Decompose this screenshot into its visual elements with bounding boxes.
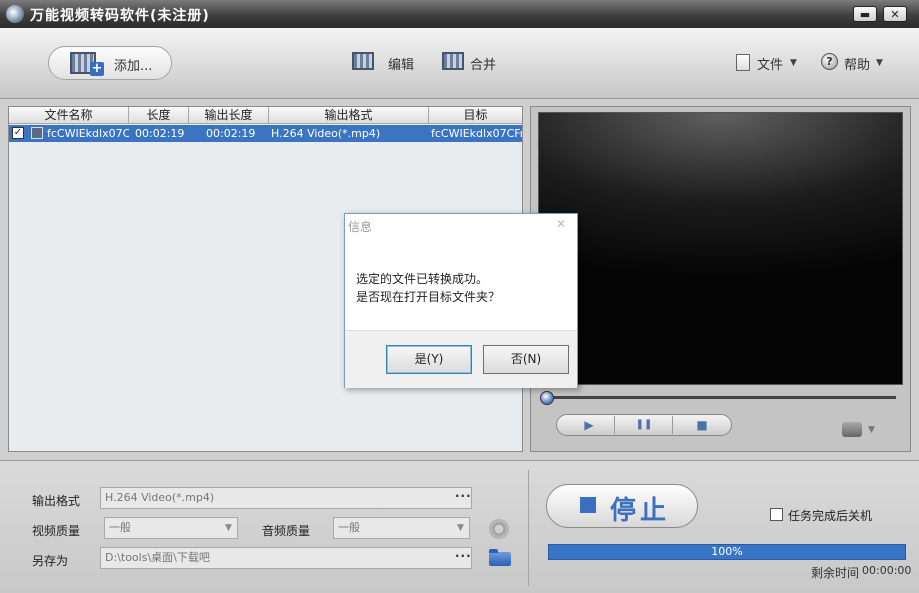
video-quality-select[interactable]: 一般 (104, 517, 238, 539)
close-button[interactable]: ✕ (883, 6, 907, 22)
dialog-close-button[interactable]: ✕ (556, 217, 566, 231)
camera-icon (842, 422, 862, 437)
stop-convert-label: 停止 (610, 496, 671, 526)
cell-length: 00:02:19 (135, 127, 185, 140)
no-button[interactable]: 否(N) (483, 345, 569, 374)
stop-icon (580, 497, 596, 513)
pause-icon: ❚❚ (635, 419, 653, 430)
dialog-message-line2: 是否现在打开目标文件夹？ (356, 290, 501, 304)
dialog-message-line1: 选定的文件已转换成功。 (356, 272, 489, 286)
minimize-button[interactable]: ▬ (853, 6, 877, 22)
output-format-field[interactable]: H.264 Video(*.mp4) (100, 487, 472, 509)
play-button[interactable]: ▶ (560, 414, 618, 436)
merge-icon (442, 52, 464, 70)
close-icon: ✕ (556, 217, 567, 231)
plus-icon: + (90, 61, 104, 76)
video-quality-label: 视频质量 (32, 524, 81, 538)
save-as-field[interactable]: D:\tools\桌面\下载吧 (100, 547, 472, 569)
save-as-label: 另存为 (32, 554, 69, 568)
column-header-output-format[interactable]: 输出格式 (269, 107, 429, 124)
video-quality-value: 一般 (109, 521, 131, 534)
audio-quality-label: 音频质量 (262, 524, 311, 538)
output-format-label: 输出格式 (32, 494, 81, 508)
help-dropdown-icon: ▼ (876, 58, 883, 68)
gear-icon[interactable] (489, 519, 509, 539)
merge-label: 合并 (470, 58, 497, 73)
row-checkbox[interactable]: ✓ (12, 127, 24, 139)
divider (528, 470, 529, 586)
help-menu-label: 帮助 (844, 58, 871, 73)
add-file-label: 添加... (114, 59, 153, 74)
chevron-down-icon: ▼ (457, 523, 464, 533)
edit-label: 编辑 (388, 58, 415, 73)
stop-playback-button[interactable]: ■ (673, 414, 731, 436)
video-file-icon (31, 127, 43, 139)
audio-quality-value: 一般 (338, 521, 360, 534)
window-title: 万能视频转码软件(未注册) (30, 8, 210, 24)
snapshot-dropdown-icon: ▼ (868, 425, 875, 435)
output-format-browse-button[interactable]: ··· (455, 489, 472, 503)
folder-tab (489, 549, 498, 553)
column-header-target[interactable]: 目标 (429, 107, 522, 124)
remaining-time-label: 剩余时间 (811, 566, 860, 580)
help-icon: ? (821, 53, 838, 70)
save-as-value: D:\tools\桌面\下载吧 (105, 551, 210, 564)
edit-icon (352, 52, 374, 70)
yes-button[interactable]: 是(Y) (386, 345, 472, 374)
add-file-button[interactable] (48, 46, 172, 80)
stop-icon: ■ (696, 418, 708, 432)
column-header-length[interactable]: 长度 (129, 107, 189, 124)
dialog-title: 信息 (348, 220, 373, 234)
app-logo-icon (6, 5, 24, 23)
shutdown-checkbox[interactable] (770, 508, 783, 521)
shutdown-label: 任务完成后关机 (788, 509, 873, 523)
cell-output-length: 00:02:19 (206, 127, 256, 140)
video-preview (538, 112, 903, 385)
minimize-icon: ▬ (859, 8, 871, 21)
save-as-browse-button[interactable]: ··· (455, 549, 472, 563)
column-header-name[interactable]: 文件名称 (9, 107, 129, 124)
remaining-time-value: 00:00:00 (862, 564, 912, 577)
seek-handle[interactable] (540, 391, 554, 405)
output-format-value: H.264 Video(*.mp4) (105, 491, 215, 504)
cell-target: fcCWIEkdlx07CFrP (431, 127, 522, 140)
play-icon: ▶ (584, 418, 594, 432)
seek-bar[interactable] (548, 396, 896, 399)
chevron-down-icon: ▼ (225, 523, 232, 533)
cell-output-format: H.264 Video(*.mp4) (271, 127, 381, 140)
file-dropdown-icon: ▼ (790, 58, 797, 68)
open-folder-icon[interactable] (489, 552, 511, 566)
cell-name: fcCWIEkdlx07CF (47, 127, 129, 140)
column-header-output-length[interactable]: 输出长度 (189, 107, 269, 124)
audio-quality-select[interactable]: 一般 (333, 517, 470, 539)
pause-button[interactable]: ❚❚ (615, 414, 673, 436)
close-icon: ✕ (890, 8, 900, 21)
progress-text: 100% (711, 545, 743, 558)
file-icon (736, 54, 750, 71)
file-menu-label: 文件 (757, 58, 784, 73)
